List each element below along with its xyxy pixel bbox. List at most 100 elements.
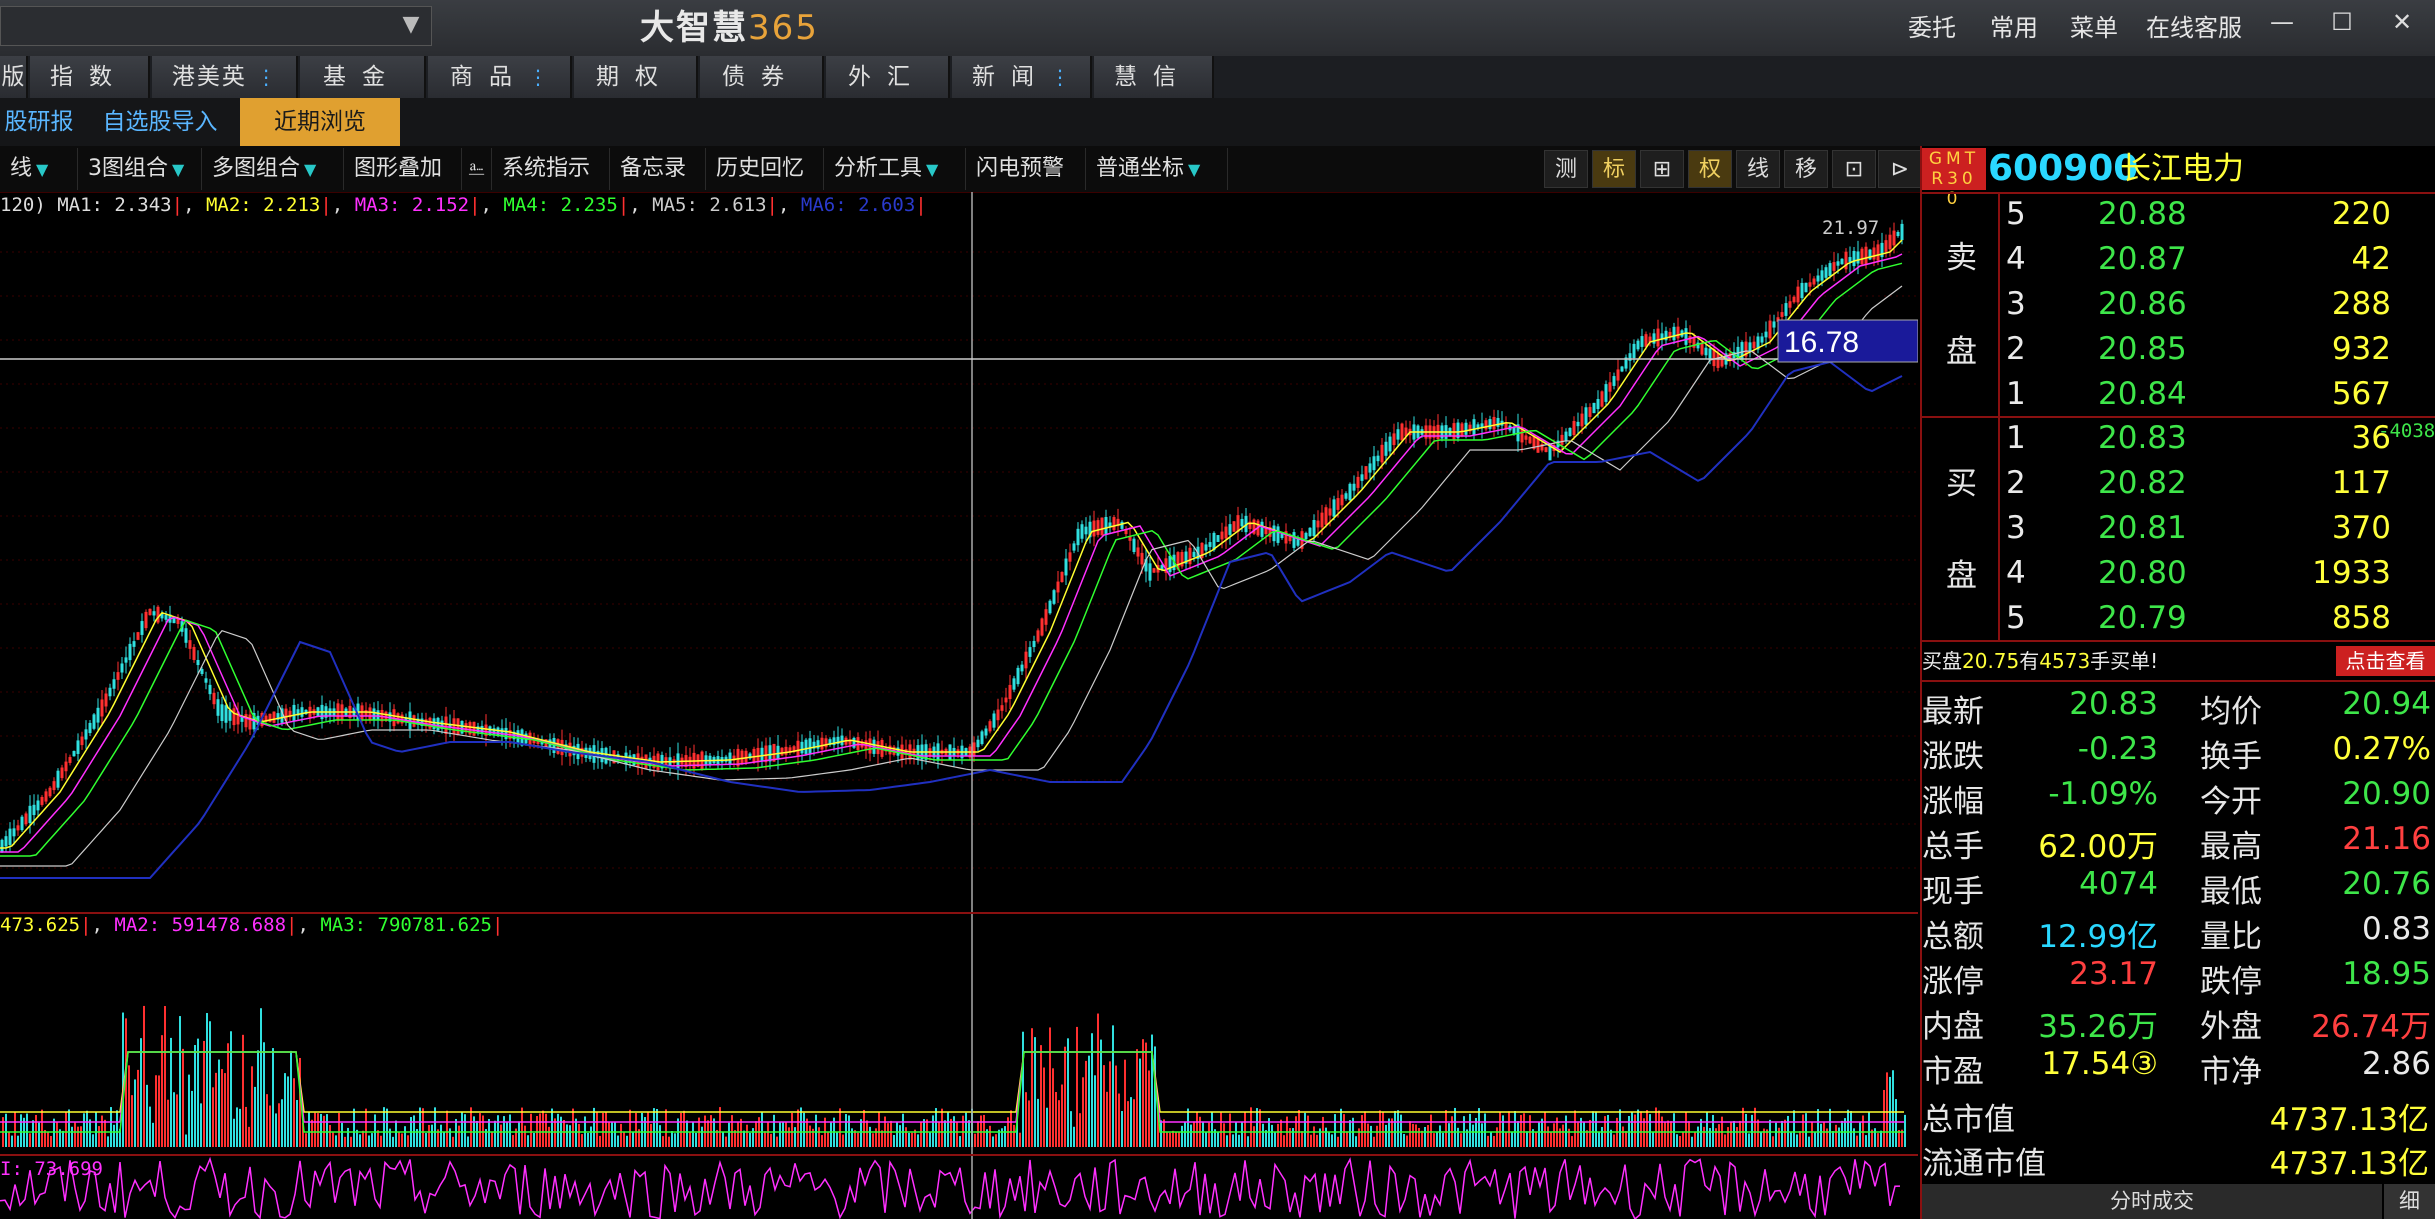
close-icon[interactable]: ✕ [2372, 2, 2432, 42]
tool-analysis-tools[interactable]: 分析工具 ▼ [824, 148, 966, 190]
candle-body [1716, 353, 1720, 368]
order-price[interactable]: 20.80 [2098, 555, 2187, 591]
divider [1922, 640, 2435, 642]
order-price[interactable]: 20.85 [2098, 331, 2187, 367]
sub-tab-recent-browse[interactable]: 近期浏览 [240, 98, 400, 146]
minimize-icon[interactable]: — [2252, 2, 2312, 42]
menu-menu[interactable]: 菜单 [2070, 8, 2118, 48]
order-price[interactable]: 20.83 [2098, 420, 2187, 456]
order-price[interactable]: 20.84 [2098, 376, 2187, 412]
candle-body [1616, 369, 1620, 381]
order-level: 2 [2006, 465, 2026, 501]
move-button[interactable]: 移 [1784, 150, 1828, 188]
candle-body [372, 708, 376, 721]
tool-line[interactable]: 线 ▼ [0, 148, 78, 190]
volume-bar [1061, 1084, 1063, 1147]
volume-bar [1571, 1136, 1573, 1147]
nav-tab-options[interactable]: 期权 [574, 56, 698, 98]
volume-bar [1232, 1134, 1234, 1147]
mark-button[interactable]: 标 [1592, 150, 1636, 188]
menu-online-service[interactable]: 在线客服 [2146, 8, 2242, 48]
search-input[interactable] [0, 6, 432, 46]
volume-bar [1100, 1039, 1102, 1147]
volume-bar [1886, 1072, 1888, 1147]
volume-bar [404, 1126, 406, 1147]
order-price[interactable]: 20.82 [2098, 465, 2187, 501]
order-price[interactable]: 20.81 [2098, 510, 2187, 546]
volume-bar [1169, 1132, 1171, 1147]
volume-bar [1748, 1133, 1750, 1147]
tab-detail[interactable]: 细 [2384, 1184, 2435, 1219]
candle-body [1608, 382, 1612, 392]
nav-tab-label: 基金 [323, 64, 401, 90]
volume-bar [1727, 1127, 1729, 1147]
candle-body [1460, 423, 1464, 436]
candle-body [1220, 531, 1224, 540]
tab-time-sales[interactable]: 分时成交 [1922, 1184, 2382, 1219]
rights-adjust-button[interactable]: 权 [1688, 150, 1732, 188]
sub-tab-stock-research[interactable]: 股研报 [0, 98, 78, 146]
candle-body [1588, 407, 1592, 417]
tool-normal-axis[interactable]: 普通坐标 ▼ [1086, 148, 1228, 190]
lock-icon[interactable]: ⎁ [462, 148, 492, 190]
tool-lightning-alert[interactable]: 闪电预警 [966, 148, 1086, 190]
menu-common[interactable]: 常用 [1990, 8, 2038, 48]
nav-tab-commodity[interactable]: 商品⋮ [428, 56, 572, 98]
order-price[interactable]: 20.86 [2098, 286, 2187, 322]
candle-body [1328, 508, 1332, 516]
volume-bar [239, 1108, 241, 1147]
nav-tab-hk-us-uk[interactable]: 港美英 ⋮ [152, 56, 298, 98]
candle-body [1672, 326, 1676, 341]
stock-name[interactable]: 长江电力 [2120, 146, 2244, 192]
volume-bar [209, 1021, 211, 1147]
volume-bar [266, 1094, 268, 1147]
tool-multi-chart-combo[interactable]: 多图组合 ▼ [202, 148, 344, 190]
kline-chart[interactable]: 16.78 21.97 [0, 192, 1918, 1219]
volume-bar [1184, 1121, 1186, 1147]
tool-3-chart-combo[interactable]: 3图组合 ▼ [78, 148, 202, 190]
ma-line [0, 262, 1903, 857]
volume-bar [65, 1112, 67, 1147]
view-big-order-button[interactable]: 点击查看 [2336, 646, 2435, 676]
tool-system-indicator[interactable]: 系统指示 [492, 148, 610, 190]
volume-bar [1523, 1113, 1525, 1147]
maximize-icon[interactable]: ☐ [2312, 2, 2372, 42]
volume-bar [1478, 1108, 1480, 1147]
order-price[interactable]: 20.79 [2098, 600, 2187, 636]
volume-bar [347, 1127, 349, 1147]
volume-bar [1334, 1114, 1336, 1147]
nav-tab-board[interactable]: 版 [0, 56, 28, 98]
volume-bar [107, 1136, 109, 1147]
volume-bar [893, 1134, 895, 1147]
volume-bar [1226, 1135, 1228, 1147]
play-icon[interactable]: ⊳ [1878, 150, 1922, 188]
candle-body [1492, 416, 1496, 430]
menu-entrust[interactable]: 委托 [1908, 8, 1956, 48]
nav-tab-huixin[interactable]: 慧信 [1094, 56, 1214, 98]
chevron-down-icon[interactable]: ▼ [396, 12, 426, 38]
grid-icon[interactable]: ⊞ [1640, 150, 1684, 188]
volume-bar [725, 1136, 727, 1147]
order-price[interactable]: 20.87 [2098, 241, 2187, 277]
nav-tab-news[interactable]: 新闻⋮ [952, 56, 1092, 98]
sub-tab-import-watchlist[interactable]: 自选股导入 [86, 98, 234, 146]
tool-shape-overlay[interactable]: 图形叠加 [344, 148, 462, 190]
stat-label: 最高 [2200, 829, 2262, 865]
nav-tab-bonds[interactable]: 债券 [700, 56, 824, 98]
nav-tab-index[interactable]: 指数 [30, 56, 150, 98]
volume-bar [1838, 1127, 1840, 1147]
window-icon[interactable]: ⊡ [1832, 150, 1876, 188]
measure-button[interactable]: 测 [1544, 150, 1588, 188]
nav-tab-fund[interactable]: 基金 [300, 56, 426, 98]
tool-memo[interactable]: 备忘录 [610, 148, 706, 190]
volume-bar [902, 1113, 904, 1147]
nav-tab-forex[interactable]: 外汇 [826, 56, 950, 98]
stat-value: 17.54③ [2041, 1046, 2158, 1082]
line-button[interactable]: 线 [1736, 150, 1780, 188]
stock-code[interactable]: 600900 [1988, 146, 2138, 192]
order-price[interactable]: 20.88 [2098, 196, 2187, 232]
stat-label: 均价 [2200, 694, 2262, 730]
volume-bar [629, 1109, 631, 1147]
candle-body [1012, 678, 1016, 690]
tool-history-recall[interactable]: 历史回忆 [706, 148, 824, 190]
